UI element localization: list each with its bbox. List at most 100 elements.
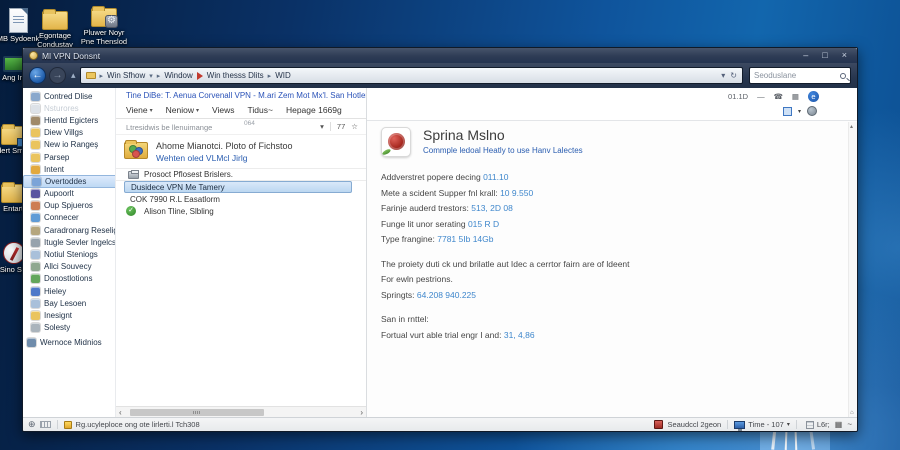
sidebar-item[interactable]: Parsep bbox=[23, 151, 115, 163]
folder-icon bbox=[31, 310, 40, 320]
sidebar-item-selected[interactable]: Overtoddes bbox=[23, 175, 123, 188]
calendar-icon[interactable] bbox=[805, 420, 814, 429]
sidebar-item[interactable]: Oup Spjueros bbox=[23, 200, 115, 212]
phone-icon[interactable]: ☎ bbox=[774, 92, 783, 101]
window-icon bbox=[31, 213, 40, 223]
dash-icon[interactable]: — bbox=[757, 92, 765, 101]
divider bbox=[727, 420, 729, 429]
tools-icon bbox=[31, 225, 40, 235]
tile-icon bbox=[31, 286, 40, 296]
sidebar-item[interactable]: Donostlotions bbox=[23, 273, 115, 285]
search-input[interactable]: Seoduslane bbox=[749, 67, 851, 84]
horizontal-scrollbar[interactable]: ‹ › bbox=[116, 406, 366, 417]
list-item[interactable]: COK 7990 R.L Easatlorm bbox=[116, 193, 366, 205]
chevron-down-icon[interactable]: ▾ bbox=[798, 108, 801, 115]
sidebar-item[interactable]: Hieley bbox=[23, 285, 115, 297]
sidebar-item[interactable]: Bay Lesoen bbox=[23, 297, 115, 309]
window-content: Contred Dlise Nsturores Hientd Egicters … bbox=[23, 88, 857, 417]
sidebar-item-label: Overtoddes bbox=[45, 176, 87, 186]
view-selector-icon[interactable] bbox=[782, 106, 792, 116]
scroll-up-icon[interactable]: ▴ bbox=[850, 123, 853, 130]
detail-paragraph: For ewln pestrions. bbox=[381, 274, 453, 284]
forward-button[interactable]: → bbox=[49, 67, 66, 84]
sidebar-item-label: Itugle Sevler Ingelcs bbox=[44, 237, 117, 247]
detail-value: 64.208 940.225 bbox=[416, 289, 477, 300]
list-item[interactable]: Prosoct Pflosest Brislers. bbox=[116, 168, 366, 181]
sidebar-item[interactable]: Aupoorlt bbox=[23, 188, 115, 200]
sidebar-item[interactable]: Connecer bbox=[23, 212, 115, 224]
menu-item[interactable]: Viene ▾ bbox=[126, 105, 153, 115]
maximize-button[interactable]: □ bbox=[822, 49, 827, 62]
device-icon bbox=[654, 420, 664, 429]
item-link[interactable]: Wehten oled VLMcl Jirlg bbox=[156, 153, 366, 163]
chevron-down-icon[interactable]: ▾ bbox=[149, 72, 153, 80]
globe-icon[interactable] bbox=[807, 106, 817, 116]
sidebar-item-label: Oup Spjueros bbox=[44, 201, 93, 211]
grid-icon[interactable]: ▦ bbox=[792, 92, 799, 101]
folder-icon bbox=[31, 140, 40, 150]
vertical-scrollbar[interactable]: ▴ ⌂ bbox=[848, 122, 857, 417]
list-item[interactable]: ✓ Alison Tline, Slbling bbox=[116, 205, 366, 217]
sidebar-item[interactable]: New io Rangeş bbox=[23, 139, 115, 151]
sidebar-item[interactable]: Itugle Sevler Ingelcs bbox=[23, 236, 117, 248]
menu-item[interactable]: Tidus~ bbox=[248, 105, 273, 115]
list-item-featured[interactable]: Ahome Mianotci. Ploto of Fichstoo Wehten… bbox=[116, 135, 366, 168]
filter-row: Ltresidwis be llenuimange 064 ▾ 77 ☆ bbox=[116, 119, 366, 135]
sidebar-item-label: Diew Villgs bbox=[44, 128, 83, 138]
list-pane: Tine DiBe: T. Aenua Corvenall VPN - M.ar… bbox=[115, 88, 366, 417]
sidebar-item[interactable]: Caradronarg Reseligit bbox=[23, 224, 122, 236]
clock-icon[interactable]: ⊕ bbox=[28, 419, 36, 430]
scroll-home-icon[interactable]: ⌂ bbox=[850, 410, 854, 416]
up-arrow-icon[interactable]: ▴ bbox=[71, 70, 76, 81]
title-bar[interactable]: Ml VPN Donsnt – □ × bbox=[23, 48, 857, 63]
computer-icon bbox=[27, 338, 36, 348]
sidebar-item[interactable]: Contred Dlise bbox=[23, 90, 115, 102]
sidebar-item[interactable]: Nsturores bbox=[23, 102, 115, 114]
star-icon[interactable]: ☆ bbox=[351, 122, 358, 131]
sidebar-item[interactable]: Wernoce Midnios bbox=[23, 337, 115, 349]
desktop-icon-folder[interactable]: Egontage Condustay bbox=[31, 9, 79, 49]
help-badge[interactable]: e bbox=[808, 91, 819, 102]
close-button[interactable]: × bbox=[842, 49, 847, 62]
breadcrumb-segment[interactable]: Window bbox=[164, 71, 192, 80]
refresh-icon[interactable]: ↻ bbox=[730, 71, 737, 80]
status-bar: ⊕ Rg.ucyleploce ong ote lirlerti.l Tch30… bbox=[23, 417, 857, 431]
sidebar-item-label: Parsep bbox=[44, 152, 70, 162]
chevron-down-icon[interactable]: ▾ bbox=[787, 421, 790, 428]
sidebar-item-label: Contred Dlise bbox=[44, 91, 93, 101]
sidebar-item[interactable]: Notiul Steniogs bbox=[23, 248, 115, 260]
sidebar-item[interactable]: Allci Souvecy bbox=[23, 261, 115, 273]
item-count: 77 bbox=[336, 122, 346, 131]
search-icon[interactable] bbox=[840, 72, 846, 79]
layout-icon[interactable]: ▦ bbox=[835, 420, 843, 429]
breadcrumb-segment[interactable]: Win Sfhow bbox=[107, 71, 145, 80]
menu-item[interactable]: Neniow ▾ bbox=[166, 105, 199, 115]
chevron-down-icon[interactable]: ▾ bbox=[721, 71, 725, 80]
breadcrumb[interactable]: ▸ Win Sfhow ▾ ▸ Window Win thesss Dlits … bbox=[79, 67, 743, 84]
chevron-down-icon[interactable]: ▾ bbox=[320, 122, 324, 131]
back-button[interactable]: ← bbox=[29, 67, 46, 84]
scroll-right-icon[interactable]: › bbox=[360, 408, 363, 417]
app-tagline-link[interactable]: Commple ledoal Heatly to use Hanv Lalect… bbox=[423, 146, 583, 155]
mail-icon bbox=[31, 298, 40, 308]
detail-value: 10 9.550 bbox=[500, 187, 534, 198]
breadcrumb-segment[interactable]: Win thesss Dlits bbox=[207, 71, 264, 80]
chart-dot-red bbox=[132, 150, 140, 158]
menu-item[interactable]: Hepage 1669g bbox=[286, 105, 342, 115]
sidebar-item[interactable]: Intent bbox=[23, 163, 115, 175]
menu-label: Neniow bbox=[165, 105, 194, 115]
scroll-left-icon[interactable]: ‹ bbox=[119, 408, 122, 417]
minimize-button[interactable]: – bbox=[803, 49, 808, 62]
sidebar-item[interactable]: Inesignt bbox=[23, 309, 115, 321]
sidebar-item[interactable]: Hientd Egicters bbox=[23, 114, 115, 126]
detail-label: Fortual vurt able trial engr I and: bbox=[381, 329, 502, 340]
scrollbar-thumb[interactable] bbox=[130, 409, 264, 416]
menu-item[interactable]: Views bbox=[212, 105, 235, 115]
sidebar-item-label: Aupoorlt bbox=[44, 189, 74, 199]
list-item-selected[interactable]: Dusidece VPN Me Tamery bbox=[124, 181, 352, 193]
breadcrumb-segment[interactable]: WID bbox=[275, 71, 291, 80]
sidebar-item[interactable]: Solesty bbox=[23, 322, 115, 334]
sidebar-item[interactable]: Diew Villgs bbox=[23, 127, 115, 139]
separator-icon: ▸ bbox=[156, 72, 161, 80]
